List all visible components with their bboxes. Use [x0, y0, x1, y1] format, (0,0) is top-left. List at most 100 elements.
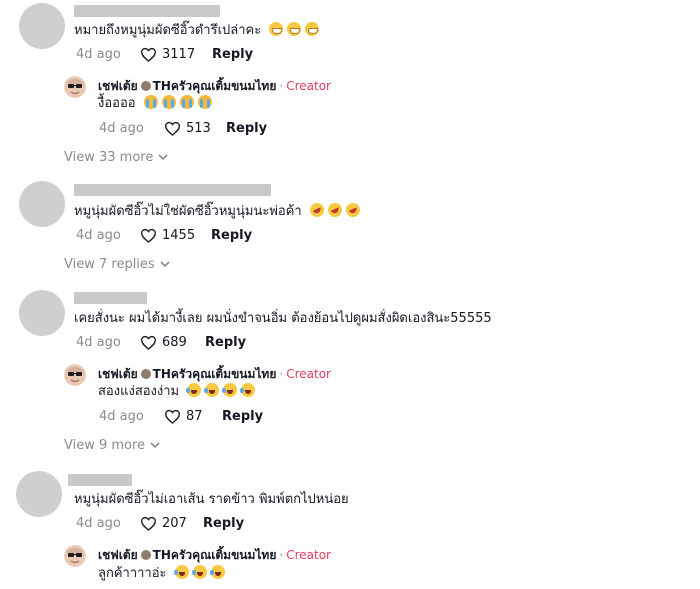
- crying-emoji-icon: [179, 95, 194, 109]
- grin-emoji-icon: [287, 22, 302, 36]
- reply-meta-3: 4d ago 87 Reply: [99, 407, 263, 425]
- view-more-label: View 33 more: [64, 150, 154, 165]
- comment-text: หมูนุ่มผัดซีอิ๊วไม่ใช่ผัดซีอิ๊วหมูนุ่มนะ…: [74, 204, 302, 219]
- separator: ·: [279, 367, 284, 381]
- reply-meta-1: 4d ago 513 Reply: [99, 119, 267, 137]
- creator-name-suffix[interactable]: THครัวคุณเติ้มขนมไทย: [153, 78, 277, 94]
- separator: ·: [279, 548, 284, 562]
- comment-text-1: หมายถึงหมูนุ่มผัดซีอิ๊วดำรึเปล่าคะ: [74, 22, 320, 40]
- reply-button[interactable]: Reply: [203, 516, 244, 531]
- comment-date: 4d ago: [76, 515, 121, 531]
- creator-avatar-image: [64, 545, 86, 567]
- commenter-name-redacted-2[interactable]: [74, 184, 271, 196]
- rofl-emoji-icon: [307, 200, 327, 220]
- creator-label: เชฟเต้ย THครัวคุณเติ้มขนมไทย · Creator: [98, 547, 331, 563]
- creator-avatar[interactable]: [64, 545, 86, 567]
- reply-button[interactable]: Reply: [212, 47, 253, 62]
- separator: ·: [279, 79, 284, 93]
- commenter-avatar-4[interactable]: [16, 471, 62, 517]
- commenter-name-redacted-4[interactable]: [68, 474, 132, 486]
- pot-icon: [140, 550, 151, 560]
- grin-emoji-icon: [269, 22, 284, 36]
- like-button[interactable]: 513: [164, 121, 226, 136]
- creator-name-suffix[interactable]: THครัวคุณเติ้มขนมไทย: [153, 366, 277, 382]
- view-more-replies-1[interactable]: View 33 more: [64, 150, 168, 165]
- grin-emoji-icon: [305, 22, 320, 36]
- joy-emoji-icon: [209, 565, 225, 579]
- chevron-down-icon: [150, 442, 160, 449]
- joy-emoji-icon: [186, 383, 202, 397]
- reply-text-1: งื้ออออ: [98, 95, 212, 113]
- comment-text: เคยสั่งนะ ผมได้มางี้เลย ผมนั่งขำจนอิ่ม ต…: [74, 311, 492, 326]
- creator-label: เชฟเต้ย THครัวคุณเติ้มขนมไทย · Creator: [98, 78, 331, 94]
- like-count: 689: [162, 334, 187, 350]
- heart-icon: [164, 409, 181, 424]
- heart-icon: [140, 335, 157, 350]
- view-more-label: View 9 more: [64, 438, 146, 453]
- reply-button[interactable]: Reply: [222, 409, 263, 424]
- comment-date: 4d ago: [76, 46, 121, 62]
- comment-text-3: เคยสั่งนะ ผมได้มางี้เลย ผมนั่งขำจนอิ่ม ต…: [74, 310, 492, 328]
- view-more-label: View 7 replies: [64, 257, 155, 272]
- comment-text: หมูนุ่มผัดซีอิ๊วไม่เอาเส้น ราดข้าว พิมพ์…: [74, 492, 349, 507]
- like-button[interactable]: 207: [140, 516, 203, 531]
- pot-icon: [140, 369, 151, 379]
- reply-text: สองแง่สองง่าม: [98, 384, 180, 399]
- comment-meta-2: 4d ago 1455 Reply: [76, 226, 252, 244]
- commenter-avatar-3[interactable]: [19, 290, 65, 336]
- comment-meta-1: 4d ago 3117 Reply: [76, 45, 253, 63]
- like-count: 87: [186, 408, 203, 424]
- comment-date: 4d ago: [76, 227, 121, 243]
- reply-text: ลูกค้าาาาอ่ะ: [98, 566, 167, 581]
- like-count: 207: [162, 515, 187, 531]
- comment-text-2: หมูนุ่มผัดซีอิ๊วไม่ใช่ผัดซีอิ๊วหมูนุ่มนะ…: [74, 200, 363, 221]
- heart-icon: [164, 121, 181, 136]
- creator-badge: Creator: [286, 367, 331, 381]
- reply-button[interactable]: Reply: [226, 121, 267, 136]
- reply-text-3: สองแง่สองง่าม: [98, 383, 256, 401]
- creator-name[interactable]: เชฟเต้ย: [98, 78, 138, 94]
- creator-name[interactable]: เชฟเต้ย: [98, 547, 138, 563]
- comment-text-4: หมูนุ่มผัดซีอิ๊วไม่เอาเส้น ราดข้าว พิมพ์…: [74, 491, 349, 509]
- like-count: 1455: [162, 227, 196, 243]
- like-count: 513: [186, 120, 211, 136]
- commenter-name-redacted-1[interactable]: [74, 5, 220, 17]
- chevron-down-icon: [158, 154, 168, 161]
- rofl-emoji-icon: [325, 200, 345, 220]
- like-button[interactable]: 3117: [140, 47, 212, 62]
- comment-meta-4: 4d ago 207 Reply: [76, 514, 244, 532]
- heart-icon: [140, 516, 157, 531]
- creator-avatar[interactable]: [64, 364, 86, 386]
- joy-emoji-icon: [173, 565, 189, 579]
- creator-avatar[interactable]: [64, 76, 86, 98]
- rofl-emoji-icon: [343, 200, 363, 220]
- chevron-down-icon: [160, 261, 170, 268]
- reply-date: 4d ago: [99, 120, 144, 136]
- creator-name[interactable]: เชฟเต้ย: [98, 366, 138, 382]
- creator-name-suffix[interactable]: THครัวคุณเติ้มขนมไทย: [153, 547, 277, 563]
- creator-label: เชฟเต้ย THครัวคุณเติ้มขนมไทย · Creator: [98, 366, 331, 382]
- joy-emoji-icon: [240, 383, 256, 397]
- creator-badge: Creator: [286, 548, 331, 562]
- reply-button[interactable]: Reply: [211, 228, 252, 243]
- crying-emoji-icon: [161, 95, 176, 109]
- creator-avatar-image: [64, 364, 86, 386]
- comment-meta-3: 4d ago 689 Reply: [76, 333, 246, 351]
- commenter-avatar-1[interactable]: [19, 3, 65, 49]
- reply-button[interactable]: Reply: [205, 335, 246, 350]
- view-more-replies-3[interactable]: View 9 more: [64, 438, 160, 453]
- view-more-replies-2[interactable]: View 7 replies: [64, 257, 170, 272]
- pot-icon: [140, 81, 151, 91]
- like-button[interactable]: 1455: [140, 228, 211, 243]
- crying-emoji-icon: [143, 95, 158, 109]
- commenter-name-redacted-3[interactable]: [74, 292, 147, 304]
- like-button[interactable]: 689: [140, 335, 205, 350]
- crying-emoji-icon: [197, 95, 212, 109]
- like-button[interactable]: 87: [164, 409, 222, 424]
- reply-text-4: ลูกค้าาาาอ่ะ: [98, 565, 225, 583]
- joy-emoji-icon: [222, 383, 238, 397]
- like-count: 3117: [162, 46, 196, 62]
- creator-badge: Creator: [286, 79, 331, 93]
- comment-text: หมายถึงหมูนุ่มผัดซีอิ๊วดำรึเปล่าคะ: [74, 23, 262, 38]
- commenter-avatar-2[interactable]: [19, 181, 65, 227]
